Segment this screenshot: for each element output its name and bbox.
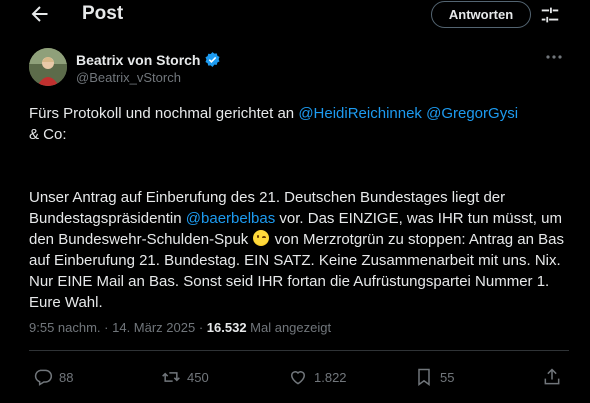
heart-icon <box>290 371 306 385</box>
mention-link[interactable]: @baerbelbas <box>186 210 275 227</box>
bookmark-icon <box>418 368 430 386</box>
bookmark-action[interactable]: 55 <box>414 367 454 387</box>
sliders-icon[interactable] <box>539 4 561 26</box>
views-count: 16.532 <box>206 320 247 335</box>
winking-face-emoji-icon <box>253 230 270 246</box>
share-icon[interactable] <box>542 367 562 387</box>
tweet-text: Fürs Protokoll und nochmal gerichtet an … <box>29 103 569 313</box>
repost-icon <box>162 372 180 382</box>
reply-count: 88 <box>59 369 74 385</box>
divider <box>29 350 569 351</box>
top-bar: Post Antworten <box>0 0 590 30</box>
reply-icon <box>34 369 53 386</box>
bookmark-count: 55 <box>440 369 455 385</box>
views-label: Mal angezeigt <box>246 320 332 335</box>
verified-badge-icon <box>205 52 220 67</box>
author-name[interactable]: Beatrix von Storch <box>76 52 200 68</box>
avatar-image <box>29 48 67 86</box>
mention-link[interactable]: @HeidiReichinnek <box>298 105 422 122</box>
author-handle[interactable]: @Beatrix_vStorch <box>76 70 181 85</box>
more-options-icon[interactable] <box>544 50 564 64</box>
repost-count: 450 <box>187 369 209 385</box>
meta-separator: · <box>100 320 113 335</box>
meta-separator: · <box>195 320 207 335</box>
tweet-metadata: 9:55 nachm. · 14. März 2025 · 16.532 Mal… <box>29 320 331 335</box>
reply-button[interactable]: Antworten <box>431 1 531 28</box>
tweet-text-line1-suffix: & Co: <box>29 126 67 143</box>
like-action[interactable]: 1.822 <box>288 367 347 387</box>
mention-link[interactable]: @GregorGysi <box>426 105 518 122</box>
tweet-time[interactable]: 9:55 nachm. <box>29 320 101 335</box>
tweet-date[interactable]: 14. März 2025 <box>112 320 195 335</box>
arrow-left-icon[interactable] <box>28 2 52 26</box>
post-detail-view: Post Antworten Beatrix von Storch @Beatr… <box>0 0 590 403</box>
page-title: Post <box>82 3 124 24</box>
like-count: 1.822 <box>314 369 347 385</box>
repost-action[interactable]: 450 <box>161 367 209 387</box>
author-name-row: Beatrix von Storch <box>76 51 221 68</box>
reply-action[interactable]: 88 <box>33 367 73 387</box>
tweet-text-line1: Fürs Protokoll und nochmal gerichtet an <box>29 105 299 122</box>
avatar[interactable] <box>29 48 67 86</box>
